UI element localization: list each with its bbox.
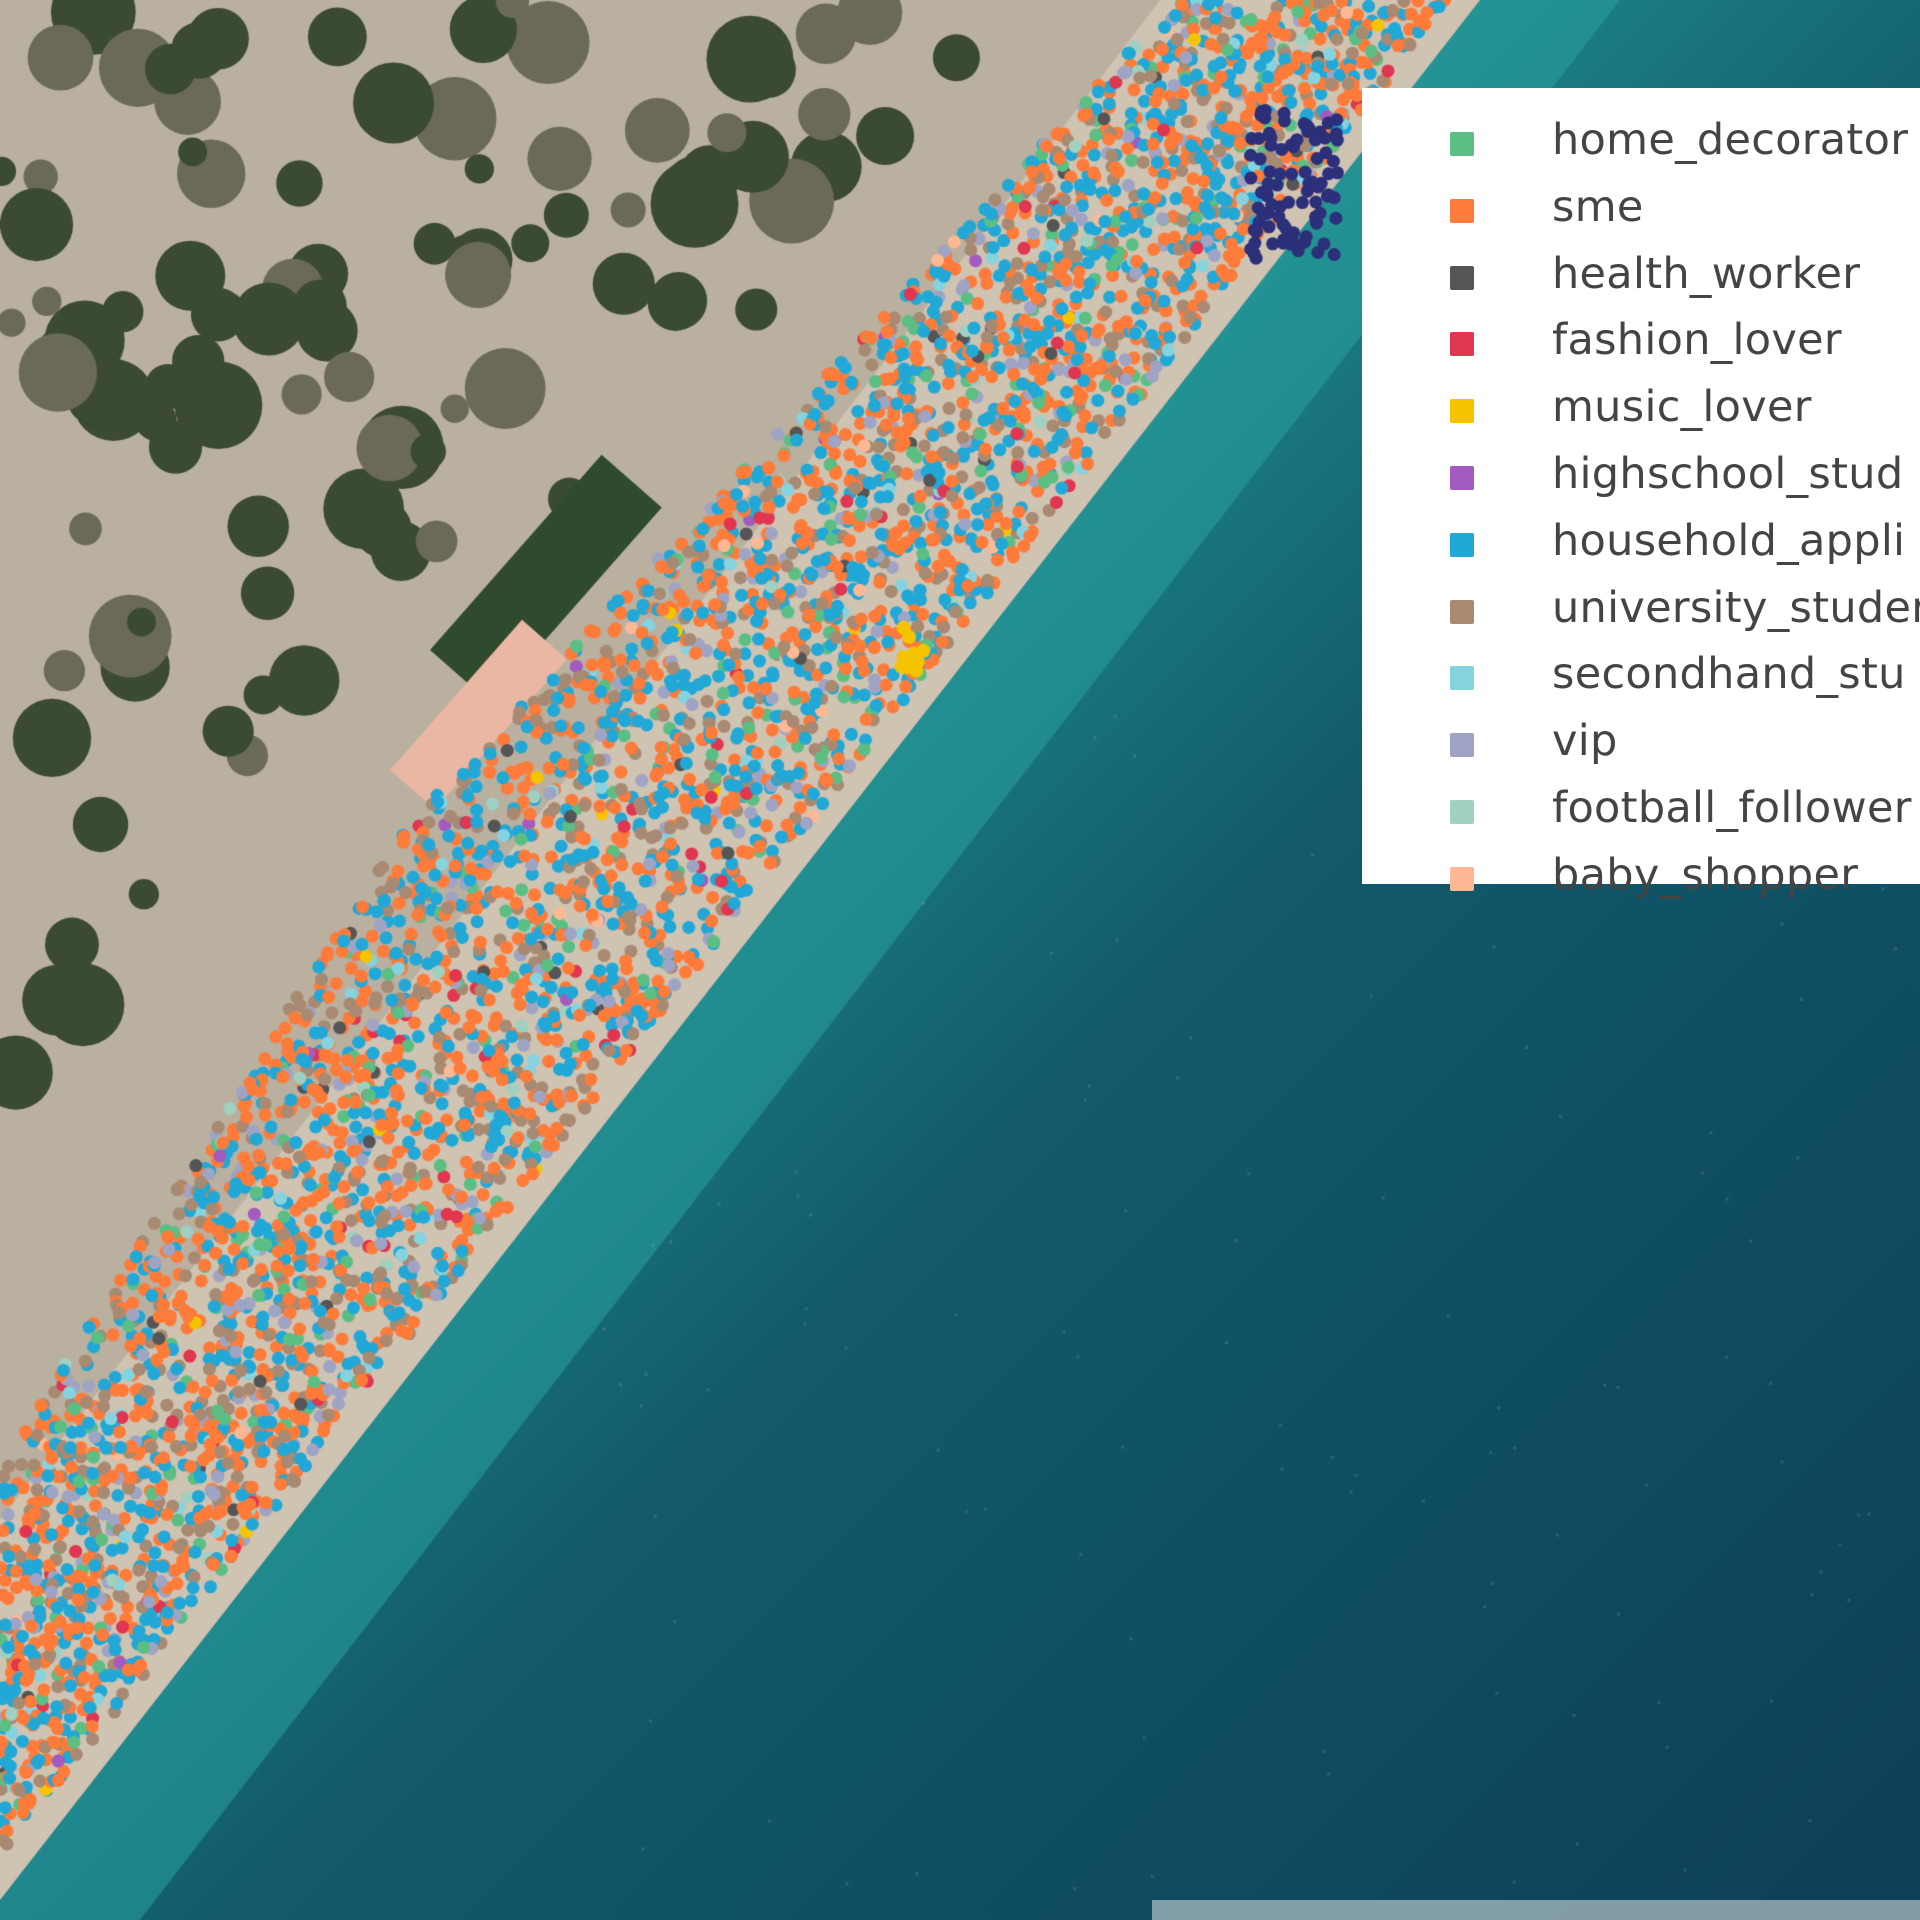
legend-swatch [1450, 799, 1474, 824]
legend-item[interactable]: sme [1362, 175, 1920, 242]
legend-label: fashion_lover [1552, 315, 1842, 366]
legend-item[interactable]: football_follower [1362, 776, 1920, 843]
legend-label: household_appli [1552, 515, 1906, 566]
legend-label: highschool_stud [1552, 448, 1904, 499]
legend-swatch [1450, 265, 1474, 290]
legend-item[interactable]: music_lover [1362, 375, 1920, 442]
legend-item[interactable]: secondhand_stu [1362, 642, 1920, 709]
legend-swatch [1450, 599, 1474, 624]
legend-item[interactable]: fashion_lover [1362, 308, 1920, 375]
legend-label: music_lover [1552, 382, 1812, 433]
legend-swatch [1450, 332, 1474, 357]
legend-label: home_decorator [1552, 115, 1909, 165]
legend-label: sme [1552, 181, 1644, 232]
legend-label: baby_shopper [1552, 849, 1859, 900]
legend-swatch [1450, 866, 1474, 891]
legend-item[interactable]: health_worker [1362, 242, 1920, 309]
legend-swatch [1450, 532, 1474, 557]
legend-swatch [1450, 465, 1474, 490]
legend-item[interactable]: home_decorator [1362, 108, 1920, 175]
legend-label: secondhand_stu [1552, 649, 1906, 700]
legend-swatch [1450, 132, 1474, 156]
legend-item[interactable]: university_studer [1362, 576, 1920, 643]
legend-swatch [1450, 399, 1474, 424]
legend-swatch [1450, 198, 1474, 223]
legend-label: university_studer [1552, 582, 1920, 633]
legend-panel: home_decoratorsme health_worker fashion_lo… [1362, 88, 1920, 900]
legend-label: health_worker [1552, 248, 1861, 299]
legend-item[interactable]: highschool_stud [1362, 442, 1920, 509]
legend-label: vip [1552, 716, 1618, 767]
legend-label: football_follower [1552, 782, 1912, 833]
legend-item[interactable]: household_appli [1362, 509, 1920, 576]
legend-item[interactable]: vip [1362, 709, 1920, 776]
legend-swatch [1450, 733, 1474, 758]
scale-bar [1152, 1900, 1920, 1920]
legend-swatch [1450, 666, 1474, 691]
legend-item[interactable]: baby_shopper [1362, 843, 1920, 910]
